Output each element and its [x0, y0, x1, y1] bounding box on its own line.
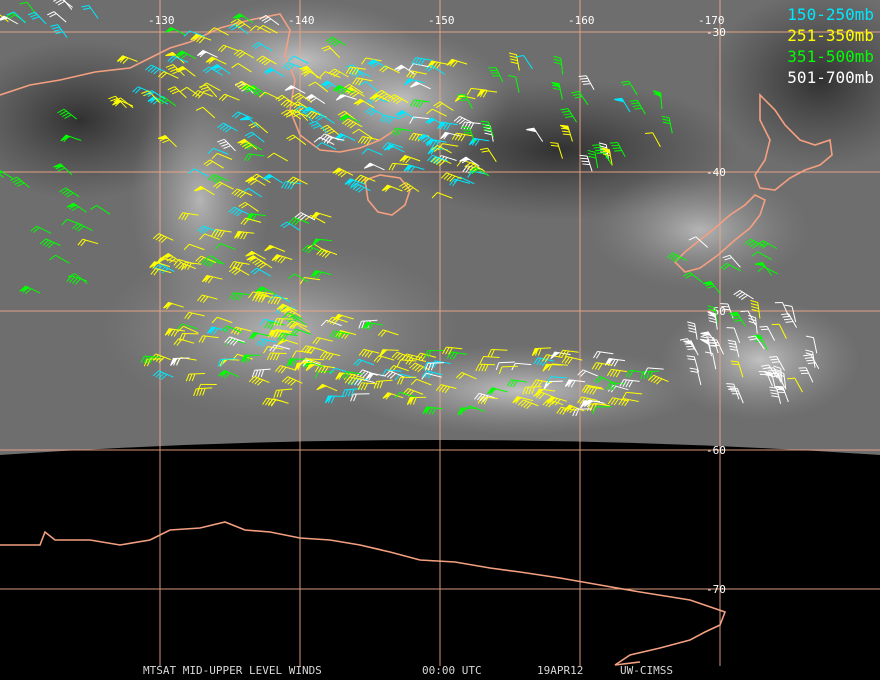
legend-501-700: 501-700mb [787, 68, 874, 87]
date-stamp: 19APR12 [537, 664, 584, 677]
credit-text: UW-CIMSS [620, 664, 673, 677]
legend-150-250: 150-250mb [787, 5, 874, 24]
pressure-legend: 150-250mb 251-350mb 351-500mb 501-700mb [787, 4, 874, 88]
footer-caption: MTSAT MID-UPPER LEVEL WINDS 00:00 UTC 19… [0, 664, 880, 678]
lat-label: -40 [706, 166, 726, 179]
lon-label: -130 [148, 14, 175, 27]
lon-label: -140 [288, 14, 315, 27]
legend-351-500: 351-500mb [787, 47, 874, 66]
lon-label: -160 [568, 14, 595, 27]
lat-label: -60 [706, 444, 726, 457]
legend-251-350: 251-350mb [787, 26, 874, 45]
satellite-wind-map: -130 -140 -150 -160 -170 -30 -40 -50 -60… [0, 0, 880, 680]
product-title: MTSAT MID-UPPER LEVEL WINDS [143, 664, 322, 677]
lat-label: -70 [706, 583, 726, 596]
time-stamp: 00:00 UTC [422, 664, 482, 677]
lon-label: -150 [428, 14, 455, 27]
lat-label: -30 [706, 26, 726, 39]
